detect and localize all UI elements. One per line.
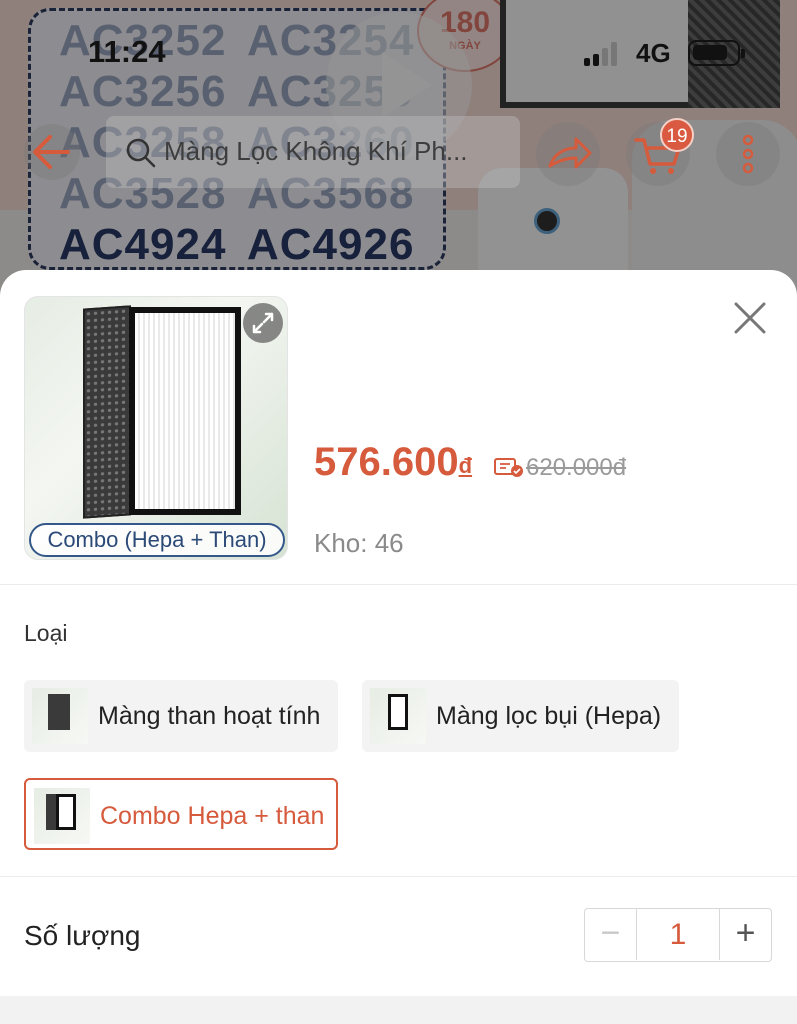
status-bar: 11:24 4G xyxy=(0,0,797,100)
variant-option-carbon[interactable]: Màng than hoạt tính xyxy=(24,680,338,752)
network-label: 4G xyxy=(636,38,671,68)
hepa-filter-image xyxy=(129,307,241,515)
variant-option-hepa[interactable]: Màng lọc bụi (Hepa) xyxy=(362,680,679,752)
increase-quantity-button[interactable]: + xyxy=(719,909,771,960)
back-button[interactable] xyxy=(24,124,80,180)
variant-selection-sheet: Combo (Hepa + Than) 576.600đ 620.000đ Kh… xyxy=(0,270,797,1024)
original-price: 620.000đ xyxy=(526,454,627,481)
expand-icon[interactable] xyxy=(243,303,283,343)
variant-thumbnail xyxy=(34,788,90,844)
status-time: 11:24 xyxy=(88,34,166,69)
variant-label: Màng than hoạt tính xyxy=(98,702,321,730)
variant-section-label: Loại xyxy=(24,620,68,646)
more-vertical-icon xyxy=(742,134,754,174)
stock-count: Kho: 46 xyxy=(314,528,404,558)
variant-thumbnail xyxy=(370,688,426,744)
divider xyxy=(0,876,797,877)
cart-count-badge: 19 xyxy=(660,118,694,152)
variant-thumbnail xyxy=(32,688,88,744)
close-button[interactable] xyxy=(730,298,770,338)
sale-price: 576.600đ xyxy=(314,440,473,484)
quantity-label: Số lượng xyxy=(24,920,141,951)
voucher-icon xyxy=(494,458,523,477)
search-bar[interactable]: Màng Lọc Không Khí Ph... xyxy=(106,116,520,188)
close-icon xyxy=(734,302,766,334)
decrease-quantity-button[interactable]: − xyxy=(585,909,637,960)
variant-option-combo[interactable]: Combo Hepa + than xyxy=(24,778,338,850)
more-options-button[interactable] xyxy=(716,122,780,186)
variant-label: Màng lọc bụi (Hepa) xyxy=(436,702,662,730)
currency-symbol: đ xyxy=(458,453,473,478)
battery-icon xyxy=(688,40,745,66)
product-thumbnail[interactable]: Combo (Hepa + Than) xyxy=(24,296,288,560)
search-icon xyxy=(126,138,156,168)
back-arrow-icon xyxy=(33,135,70,169)
divider xyxy=(0,584,797,585)
sheet-footer xyxy=(0,996,797,1024)
share-button[interactable] xyxy=(536,122,600,186)
share-icon xyxy=(548,137,592,169)
variant-label: Combo Hepa + than xyxy=(100,802,325,830)
signal-icon xyxy=(584,42,624,66)
quantity-stepper: − 1 + xyxy=(584,908,772,962)
quantity-input[interactable]: 1 xyxy=(637,909,719,960)
thumbnail-caption: Combo (Hepa + Than) xyxy=(29,523,285,557)
carbon-filter-image xyxy=(83,305,131,519)
search-input[interactable]: Màng Lọc Không Khí Ph... xyxy=(164,136,468,167)
